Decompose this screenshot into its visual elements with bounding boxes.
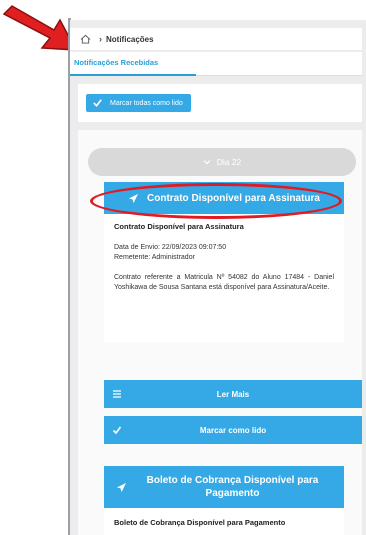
read-more-button[interactable]: Ler Mais — [104, 380, 362, 408]
notification-title-text-2: Boleto de Cobrança Disponível para Pagam… — [146, 474, 319, 500]
day-group-label: Dia 22 — [216, 157, 242, 167]
breadcrumb: › Notificações — [70, 28, 362, 50]
notification-send-date-1: Data de Envio: 22/09/2023 09:07:50 — [114, 244, 227, 251]
check-icon — [93, 99, 102, 107]
action-bar: Marcar todas como lido — [78, 84, 362, 122]
check-icon — [112, 426, 122, 435]
tab-active-indicator — [70, 74, 196, 76]
mark-all-read-button[interactable]: Marcar todas como lido — [86, 94, 191, 112]
tab-received-notifications[interactable]: Notificações Recebidas — [74, 58, 158, 67]
home-icon[interactable] — [80, 34, 91, 44]
mark-read-button[interactable]: Marcar como lido — [104, 416, 362, 444]
day-group-toggle[interactable]: Dia 22 — [88, 148, 356, 176]
notification-description-1: Contrato referente a Matricula Nº 54082 … — [114, 274, 334, 291]
notification-body-2: Boleto de Cobrança Disponível para Pagam… — [104, 508, 344, 535]
mark-read-label: Marcar como lido — [199, 425, 267, 435]
paper-plane-icon — [116, 482, 127, 492]
notification-subtitle-2: Boleto de Cobrança Disponível para Pagam… — [114, 518, 286, 527]
chevron-right-icon: › — [99, 34, 102, 44]
notification-body-1: Contrato Disponível para Assinatura Data… — [104, 214, 344, 342]
notification-sender-1: Remetente: Administrador — [114, 254, 195, 262]
read-more-label: Ler Mais — [216, 389, 250, 399]
app-screen: › Notificações Notificações Recebidas Ma… — [70, 20, 366, 535]
menu-icon — [113, 390, 121, 398]
breadcrumb-current: Notificações — [106, 34, 154, 44]
notification-meta-1: Data de Envio: 22/09/2023 09:07:50 Remet… — [114, 243, 334, 263]
tab-bar: Notificações Recebidas — [70, 52, 362, 76]
mark-all-read-label: Marcar todas como lido — [110, 99, 183, 107]
annotation-highlight-ellipse — [90, 183, 342, 219]
screenshot-stage: › Notificações Notificações Recebidas Ma… — [0, 0, 366, 535]
chevron-down-icon — [203, 160, 211, 165]
notification-subtitle-1: Contrato Disponível para Assinatura — [114, 222, 244, 231]
notification-title-2[interactable]: Boleto de Cobrança Disponível para Pagam… — [104, 466, 344, 508]
